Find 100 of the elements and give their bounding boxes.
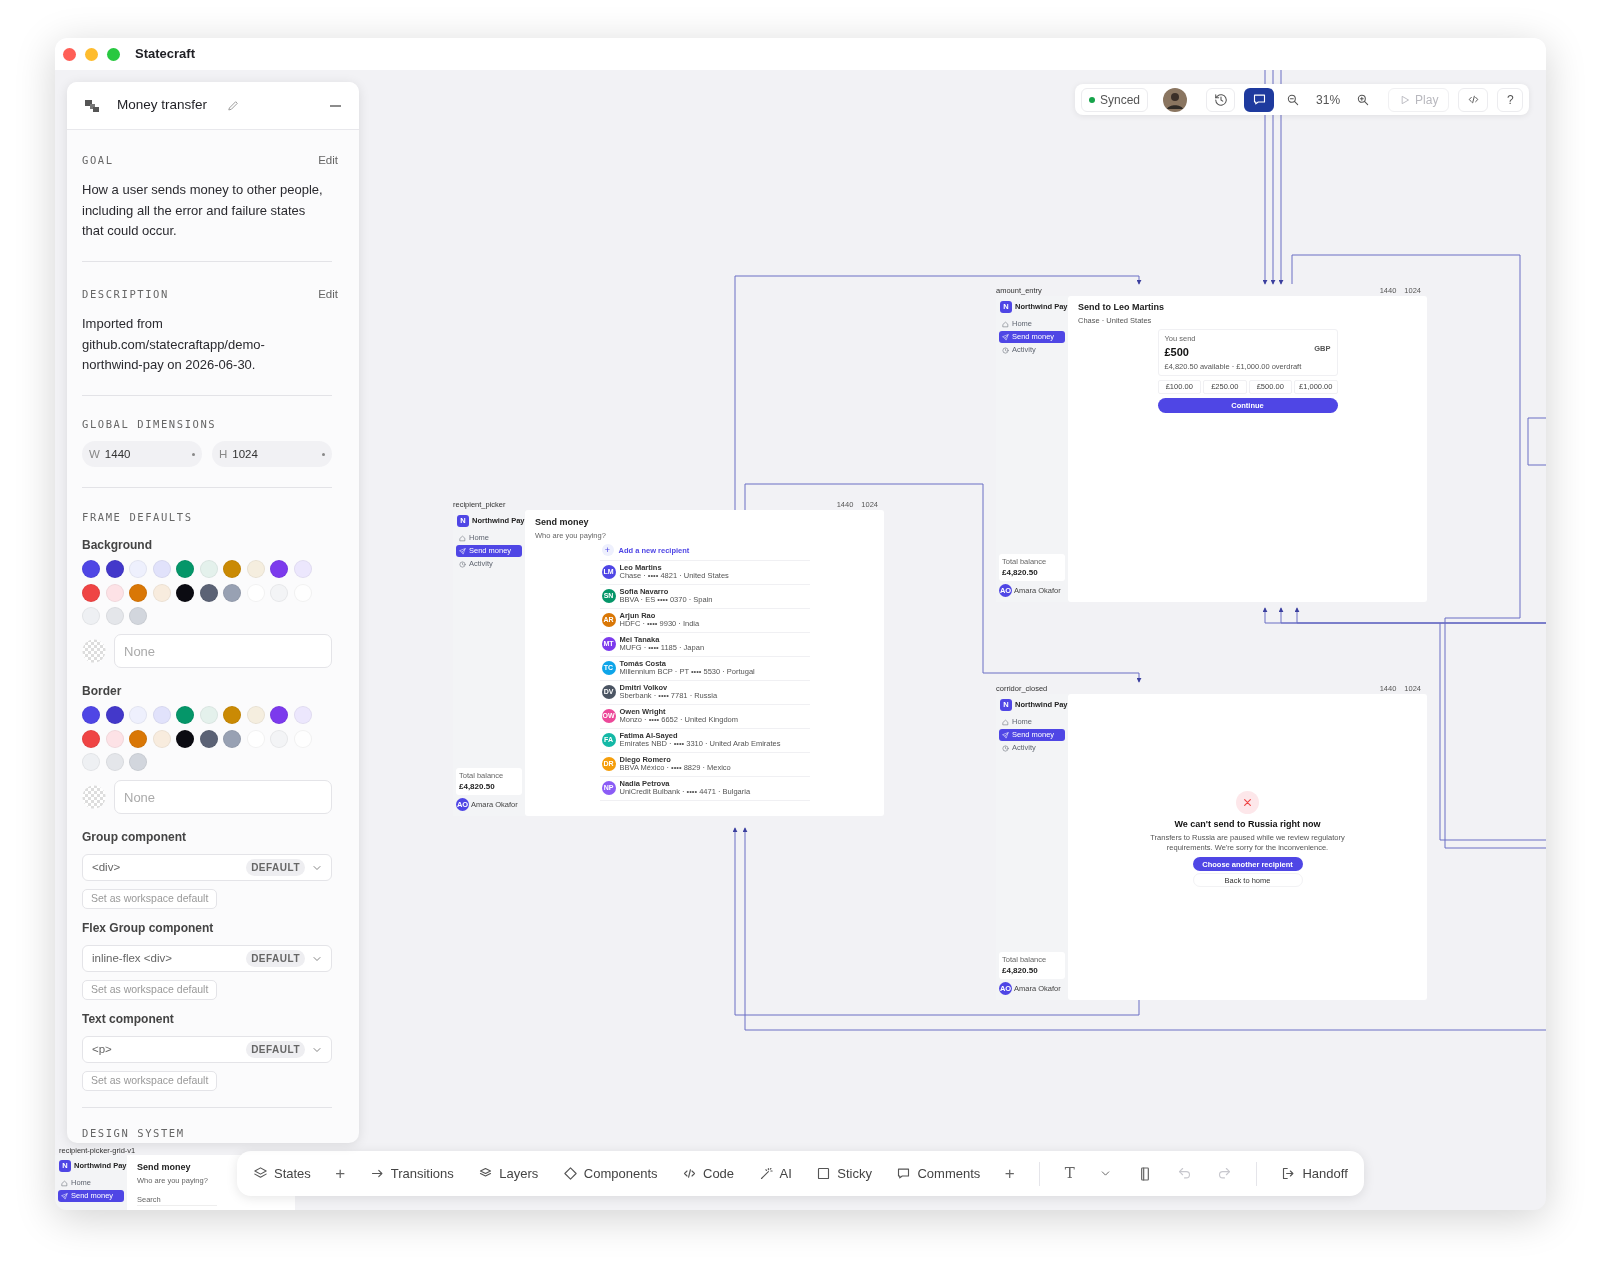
toolbar-button[interactable]: Handoff [1281,1163,1348,1184]
color-swatch[interactable] [246,560,265,578]
app-frame[interactable] [453,510,884,816]
color-swatch[interactable] [129,607,147,625]
color-input[interactable]: None [114,634,332,668]
color-swatch[interactable] [176,583,194,602]
color-swatch[interactable] [199,560,218,578]
history-icon [1213,92,1228,107]
square-icon [816,1166,832,1181]
toolbar-button[interactable]: Components [562,1163,658,1184]
section-heading: DESIGN SYSTEM [82,1126,186,1141]
exit-icon [1281,1166,1297,1181]
play-icon [1399,93,1412,106]
zoom-in-icon [1356,92,1371,107]
color-swatch[interactable] [223,560,241,578]
color-swatch[interactable] [176,706,194,724]
color-swatch[interactable] [82,706,100,724]
color-input[interactable]: None [114,780,332,814]
color-swatch[interactable] [246,706,265,724]
edit-button[interactable]: Edit [318,152,338,170]
description-text: Imported from github.com/statecraftapp/demo-northwind-pay on 2026-06-30. [82,315,266,374]
color-swatch[interactable] [293,706,312,724]
add-button[interactable]: + [335,1165,346,1182]
history-button[interactable] [1206,87,1236,112]
toolbar-button[interactable]: AI [758,1163,792,1184]
user-avatar[interactable] [1163,87,1188,112]
app-frame[interactable] [996,296,1427,602]
color-swatch[interactable] [223,583,241,602]
color-swatch[interactable] [223,729,241,748]
dimension-field[interactable]: W 1440 [82,441,202,468]
pencil-icon [227,99,241,112]
nav-icon [61,1192,68,1200]
text-tool-button[interactable]: T [1064,1162,1075,1185]
toolbar-button[interactable]: Comments [896,1163,981,1184]
window-control[interactable] [85,47,98,61]
stack-icon [253,1166,268,1181]
color-swatch[interactable] [223,706,241,724]
color-swatch[interactable] [270,560,288,578]
default-badge: DEFAULT [246,950,305,967]
transparent-swatch[interactable] [82,785,106,809]
section-heading: GLOBAL DIMENSIONS [82,416,217,432]
sync-status[interactable]: Synced [1081,87,1149,112]
color-swatch[interactable] [199,729,218,748]
color-swatch[interactable] [129,706,147,724]
toolbar-button[interactable]: Transitions [369,1163,454,1184]
color-swatch[interactable] [152,583,171,602]
nav-icon [459,534,466,542]
color-swatch[interactable] [176,560,194,578]
color-swatch[interactable] [293,560,312,578]
window-control[interactable] [107,47,120,61]
color-swatch[interactable] [270,706,288,724]
error-icon [1236,790,1259,814]
color-swatch[interactable] [105,729,124,748]
goal-text: How a user sends money to other people, including all the error and failure states that could occur. [82,181,324,241]
edit-button[interactable]: Edit [318,285,338,303]
transparent-swatch[interactable] [82,639,106,663]
color-swatch[interactable] [82,753,100,771]
color-swatch[interactable] [129,753,147,771]
flow-title: Money transfer [117,96,208,115]
color-swatch[interactable] [129,729,147,748]
rename-button[interactable] [227,99,241,112]
toolbar-button[interactable]: Code [682,1163,735,1184]
color-swatch[interactable] [82,560,100,578]
select-value: inline-flex <div> [92,950,173,966]
color-swatch[interactable] [199,706,218,724]
window-control[interactable] [63,47,76,61]
color-swatch[interactable] [152,706,171,724]
toolbar-button[interactable]: Sticky [816,1163,872,1184]
color-swatch[interactable] [129,560,147,578]
color-swatch[interactable] [82,583,100,602]
app-frame[interactable] [996,694,1427,1000]
color-swatch[interactable] [152,729,171,748]
color-swatch[interactable] [129,583,147,602]
stepper-icon[interactable] [322,452,325,456]
comments-button[interactable] [1244,87,1275,112]
color-swatch[interactable] [105,753,124,771]
color-swatch[interactable] [152,560,171,578]
minus-icon[interactable] [330,104,341,107]
color-swatch[interactable] [105,706,124,724]
color-swatch[interactable] [82,729,100,748]
color-swatch[interactable] [199,583,218,602]
flow-icon [85,98,99,113]
color-swatch[interactable] [105,560,124,578]
color-swatch[interactable] [105,583,124,602]
add-button[interactable]: + [1004,1165,1015,1182]
help-button[interactable]: ? [1497,87,1524,112]
code-button[interactable] [1458,87,1489,112]
component-select[interactable]: <p> DEFAULT [82,1036,332,1063]
toolbar-button[interactable]: Layers [478,1163,539,1184]
color-swatch[interactable] [82,607,100,625]
color-swatch[interactable] [105,607,124,625]
component-select[interactable]: <div> DEFAULT [82,854,332,881]
comment-icon [896,1166,912,1181]
component-select[interactable]: inline-flex <div> DEFAULT [82,945,332,972]
dimension-field[interactable]: H 1024 [212,441,332,468]
select-value: <p> [92,1041,113,1057]
color-swatch[interactable] [176,729,194,748]
undo-icon [1177,1166,1193,1181]
section-heading: GOAL [82,152,114,168]
stepper-icon[interactable] [192,452,195,456]
